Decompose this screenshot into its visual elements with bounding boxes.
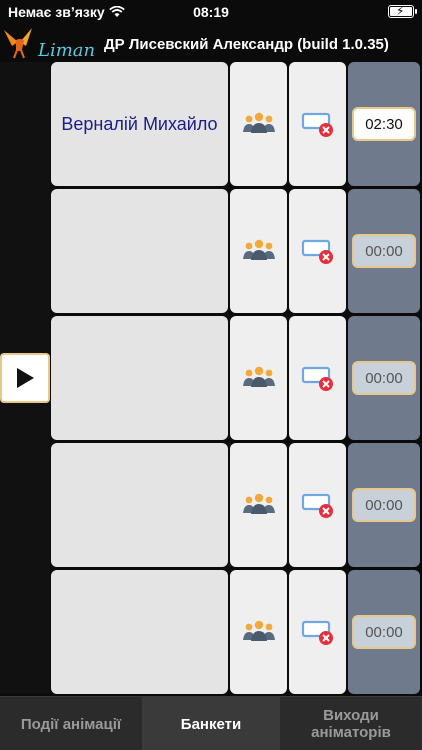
guest-name-cell[interactable] [51, 189, 228, 313]
tab-banquets[interactable]: Банкети [142, 697, 280, 750]
people-group-icon [242, 239, 275, 260]
guests-button[interactable] [230, 189, 287, 313]
people-group-icon [242, 366, 275, 387]
tab-bar: Події анімації Банкети Виходи аніматорів [0, 696, 422, 750]
window-close-icon [301, 620, 333, 645]
tab-events[interactable]: Події анімації [0, 697, 142, 750]
time-cell: 00:00 [348, 189, 420, 313]
time-display[interactable]: 02:30 [352, 107, 416, 141]
time-cell: 00:00 [348, 570, 420, 694]
close-banquet-button[interactable] [289, 316, 346, 440]
guest-name-cell[interactable]: Верналій Михайло [51, 62, 228, 186]
window-close-icon [301, 366, 333, 391]
guests-button[interactable] [230, 443, 287, 567]
people-group-icon [242, 112, 275, 133]
table-row: 00:00 [50, 189, 422, 313]
time-display[interactable]: 00:00 [352, 234, 416, 268]
status-bar: Немає звʼязку 08:19 ⚡ [0, 0, 422, 24]
tab-exits[interactable]: Виходи аніматорів [280, 697, 422, 750]
tab-banquets-label: Банкети [180, 715, 242, 733]
close-banquet-button[interactable] [289, 443, 346, 567]
page-title: ДР Лисевский Александр (build 1.0.35) [104, 36, 389, 53]
battery-icon: ⚡ [388, 4, 417, 18]
time-cell: 00:00 [348, 443, 420, 567]
table-row: 00:00 [50, 316, 422, 440]
tab-events-label: Події анімації [20, 715, 122, 733]
guest-name-cell[interactable] [51, 570, 228, 694]
close-banquet-button[interactable] [289, 62, 346, 186]
close-banquet-button[interactable] [289, 570, 346, 694]
play-icon [17, 368, 34, 388]
guests-button[interactable] [230, 316, 287, 440]
table-row: Верналій Михайло 02:30 [50, 62, 422, 186]
table-row: 00:00 [50, 570, 422, 694]
window-close-icon [301, 239, 333, 264]
time-cell: 00:00 [348, 316, 420, 440]
guest-name: Верналій Михайло [61, 113, 218, 134]
people-group-icon [242, 493, 275, 514]
bird-logo-icon [4, 28, 32, 59]
guest-name-cell[interactable] [51, 316, 228, 440]
guests-button[interactable] [230, 62, 287, 186]
window-close-icon [301, 112, 333, 137]
time-cell: 02:30 [348, 62, 420, 186]
play-button[interactable] [0, 353, 50, 403]
logo: Liman [2, 26, 96, 61]
time-display[interactable]: 00:00 [352, 615, 416, 649]
window-close-icon [301, 493, 333, 518]
tab-exits-label: Виходи аніматорів [311, 707, 391, 741]
guests-button[interactable] [230, 570, 287, 694]
time-display[interactable]: 00:00 [352, 361, 416, 395]
logo-text: Liman [38, 40, 96, 61]
banquet-grid: Верналій Михайло 02:30 00:00 00:00 00:00… [50, 62, 422, 694]
people-group-icon [242, 620, 275, 641]
time-display[interactable]: 00:00 [352, 488, 416, 522]
table-row: 00:00 [50, 443, 422, 567]
app-header: Liman ДР Лисевский Александр (build 1.0.… [0, 24, 422, 62]
guest-name-cell[interactable] [51, 443, 228, 567]
close-banquet-button[interactable] [289, 189, 346, 313]
status-time: 08:19 [193, 4, 229, 20]
